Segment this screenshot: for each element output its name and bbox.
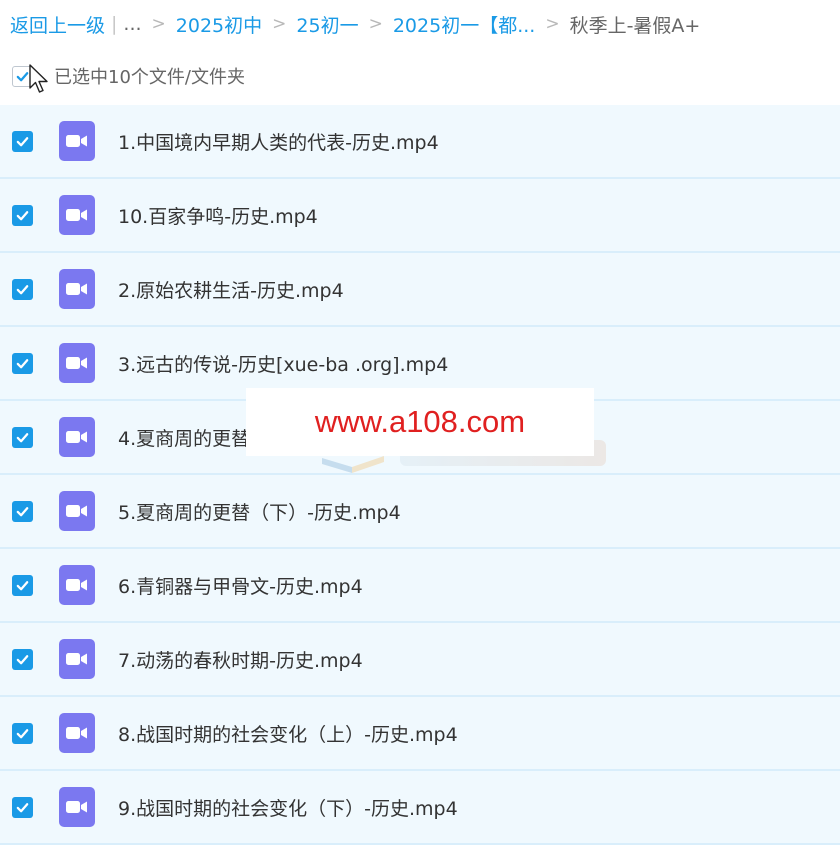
- video-file-icon: [59, 269, 95, 309]
- breadcrumb-separator: >: [545, 14, 560, 34]
- file-row[interactable]: 7.动荡的春秋时期-历史.mp4: [0, 623, 840, 697]
- breadcrumb-item[interactable]: 2025初中: [176, 11, 262, 38]
- file-list: 1.中国境内早期人类的代表-历史.mp4 10.百家争鸣-历史.mp4 2.原始农耕…: [0, 105, 840, 845]
- video-camera-icon: [66, 505, 87, 517]
- file-name: 10.百家争鸣-历史.mp4: [118, 205, 318, 228]
- video-file-icon: [59, 565, 95, 605]
- file-checkbox[interactable]: [12, 204, 33, 226]
- video-camera-icon: [66, 801, 87, 813]
- selection-count-label: 已选中10个文件/文件夹: [54, 67, 245, 88]
- file-name: 7.动荡的春秋时期-历史.mp4: [118, 649, 363, 672]
- video-camera-icon: [66, 135, 87, 147]
- file-row[interactable]: 2.原始农耕生活-历史.mp4: [0, 253, 840, 327]
- file-checkbox[interactable]: [12, 500, 33, 522]
- breadcrumb-pipe: |: [111, 13, 118, 35]
- checkmark-icon: [16, 71, 29, 81]
- selection-bar: 已选中10个文件/文件夹: [0, 52, 840, 100]
- video-file-icon: [59, 417, 95, 457]
- file-row[interactable]: 5.夏商周的更替（下）-历史.mp4: [0, 475, 840, 549]
- file-checkbox[interactable]: [12, 426, 33, 448]
- checkmark-icon: [16, 580, 29, 590]
- video-file-icon: [59, 491, 95, 531]
- breadcrumb-current: 秋季上-暑假A+: [569, 14, 701, 37]
- video-file-icon: [59, 121, 95, 161]
- video-camera-icon: [66, 357, 87, 369]
- video-file-icon: [59, 713, 95, 753]
- file-checkbox[interactable]: [12, 130, 33, 152]
- breadcrumb-item[interactable]: 2025初一【都...: [393, 11, 535, 38]
- checkmark-icon: [16, 136, 29, 146]
- breadcrumb: 返回上一级 | ... > 2025初中 > 25初一 > 2025初一【都..…: [10, 0, 700, 48]
- checkmark-icon: [16, 284, 29, 294]
- video-file-icon: [59, 639, 95, 679]
- file-name: 3.远古的传说-历史[xue-ba .org].mp4: [118, 353, 449, 376]
- file-browser-page: 返回上一级 | ... > 2025初中 > 25初一 > 2025初一【都..…: [0, 0, 840, 845]
- file-checkbox[interactable]: [12, 648, 33, 670]
- file-checkbox[interactable]: [12, 278, 33, 300]
- file-checkbox[interactable]: [12, 722, 33, 744]
- file-checkbox[interactable]: [12, 574, 33, 596]
- file-row[interactable]: 1.中国境内早期人类的代表-历史.mp4: [0, 105, 840, 179]
- video-camera-icon: [66, 283, 87, 295]
- file-name: 6.青铜器与甲骨文-历史.mp4: [118, 575, 363, 598]
- breadcrumb-item[interactable]: 25初一: [296, 11, 358, 38]
- mouse-cursor-icon: [29, 64, 48, 93]
- watermark-text: www.a108.com: [314, 404, 526, 439]
- file-name: 8.战国时期的社会变化（上）-历史.mp4: [118, 723, 458, 746]
- checkmark-icon: [16, 358, 29, 368]
- video-file-icon: [59, 787, 95, 827]
- checkmark-icon: [16, 210, 29, 220]
- breadcrumb-separator: >: [368, 14, 383, 34]
- checkmark-icon: [16, 432, 29, 442]
- video-camera-icon: [66, 431, 87, 443]
- video-file-icon: [59, 195, 95, 235]
- back-link[interactable]: 返回上一级: [10, 11, 105, 38]
- video-camera-icon: [66, 579, 87, 591]
- checkmark-icon: [16, 506, 29, 516]
- file-name: 5.夏商周的更替（下）-历史.mp4: [118, 501, 401, 524]
- file-checkbox[interactable]: [12, 352, 33, 374]
- video-camera-icon: [66, 727, 87, 739]
- checkmark-icon: [16, 654, 29, 664]
- file-name: 1.中国境内早期人类的代表-历史.mp4: [118, 131, 439, 154]
- checkmark-icon: [16, 802, 29, 812]
- video-file-icon: [59, 343, 95, 383]
- watermark-banner: www.a108.com: [246, 388, 594, 456]
- breadcrumb-separator: >: [272, 14, 287, 34]
- file-row[interactable]: 6.青铜器与甲骨文-历史.mp4: [0, 549, 840, 623]
- breadcrumb-ellipsis[interactable]: ...: [123, 13, 141, 35]
- video-camera-icon: [66, 653, 87, 665]
- video-camera-icon: [66, 209, 87, 221]
- file-row[interactable]: 9.战国时期的社会变化（下）-历史.mp4: [0, 771, 840, 845]
- file-name: 2.原始农耕生活-历史.mp4: [118, 279, 344, 302]
- file-row[interactable]: 8.战国时期的社会变化（上）-历史.mp4: [0, 697, 840, 771]
- checkmark-icon: [16, 728, 29, 738]
- breadcrumb-separator: >: [151, 14, 166, 34]
- file-name: 4.夏商周的更替: [118, 427, 251, 450]
- file-checkbox[interactable]: [12, 796, 33, 818]
- file-name: 9.战国时期的社会变化（下）-历史.mp4: [118, 797, 458, 820]
- file-row[interactable]: 10.百家争鸣-历史.mp4: [0, 179, 840, 253]
